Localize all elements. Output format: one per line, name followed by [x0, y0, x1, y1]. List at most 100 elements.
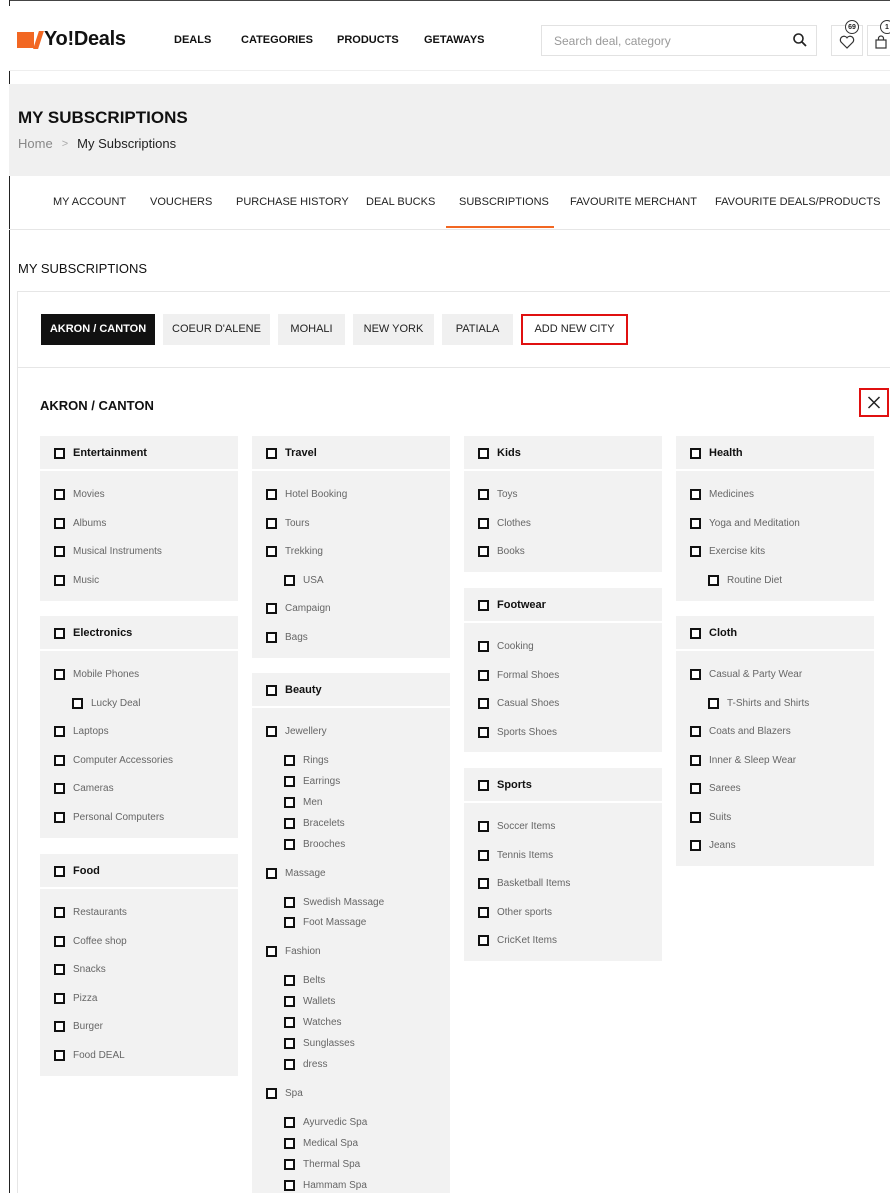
checkbox[interactable] [266, 1088, 277, 1099]
subcategory-item-cricket-items[interactable]: CricKet Items [478, 935, 557, 946]
nav-categories[interactable]: CATEGORIES [241, 34, 313, 46]
checkbox[interactable] [266, 946, 277, 957]
checkbox[interactable] [690, 812, 701, 823]
subcategory-item-earrings[interactable]: Earrings [284, 776, 340, 787]
subcategory-item-food-deal[interactable]: Food DEAL [54, 1050, 125, 1061]
checkbox[interactable] [478, 935, 489, 946]
checkbox[interactable] [54, 726, 65, 737]
subcategory-item-dress[interactable]: dress [284, 1059, 327, 1070]
category-checkbox-food[interactable] [54, 866, 65, 877]
checkbox[interactable] [54, 936, 65, 947]
checkbox[interactable] [284, 917, 295, 928]
subcategory-item-jewellery[interactable]: Jewellery [266, 726, 327, 737]
subcategory-item-wallets[interactable]: Wallets [284, 996, 335, 1007]
checkbox[interactable] [708, 575, 719, 586]
checkbox[interactable] [54, 575, 65, 586]
checkbox[interactable] [284, 1138, 295, 1149]
subcategory-item-pizza[interactable]: Pizza [54, 993, 97, 1004]
subcategory-item-toys[interactable]: Toys [478, 489, 518, 500]
subcategory-item-ayurvedic-spa[interactable]: Ayurvedic Spa [284, 1117, 367, 1128]
tab-purchase-history[interactable]: PURCHASE HISTORY [236, 196, 349, 208]
checkbox[interactable] [478, 907, 489, 918]
wishlist-button[interactable]: 69 [831, 20, 863, 56]
logo[interactable]: Yo!Deals [17, 28, 126, 51]
checkbox[interactable] [54, 993, 65, 1004]
subcategory-item-bracelets[interactable]: Bracelets [284, 818, 345, 829]
checkbox[interactable] [478, 727, 489, 738]
category-checkbox-electronics[interactable] [54, 628, 65, 639]
subcategory-item-books[interactable]: Books [478, 546, 525, 557]
subcategory-item-restaurants[interactable]: Restaurants [54, 907, 127, 918]
checkbox[interactable] [284, 1059, 295, 1070]
checkbox[interactable] [284, 975, 295, 986]
tab-my-account[interactable]: MY ACCOUNT [53, 196, 126, 208]
checkbox[interactable] [266, 868, 277, 879]
category-checkbox-footwear[interactable] [478, 600, 489, 611]
checkbox[interactable] [708, 698, 719, 709]
search-input[interactable]: Search deal, category [541, 25, 817, 56]
checkbox[interactable] [266, 546, 277, 557]
checkbox[interactable] [284, 1159, 295, 1170]
subcategory-item-lucky-deal[interactable]: Lucky Deal [72, 698, 140, 709]
checkbox[interactable] [54, 1021, 65, 1032]
checkbox[interactable] [690, 783, 701, 794]
checkbox[interactable] [478, 518, 489, 529]
checkbox[interactable] [690, 669, 701, 680]
checkbox[interactable] [284, 575, 295, 586]
cart-button[interactable]: 1 [867, 20, 890, 56]
checkbox[interactable] [284, 776, 295, 787]
subcategory-item-burger[interactable]: Burger [54, 1021, 103, 1032]
checkbox[interactable] [284, 1117, 295, 1128]
subcategory-item-medicines[interactable]: Medicines [690, 489, 754, 500]
subcategory-item-casual-shoes[interactable]: Casual Shoes [478, 698, 559, 709]
checkbox[interactable] [284, 755, 295, 766]
subcategory-item-yoga-and-meditation[interactable]: Yoga and Meditation [690, 518, 800, 529]
breadcrumb-home[interactable]: Home [18, 136, 53, 151]
subcategory-item-music[interactable]: Music [54, 575, 99, 586]
subcategory-item-rings[interactable]: Rings [284, 755, 329, 766]
checkbox[interactable] [478, 670, 489, 681]
subcategory-item-albums[interactable]: Albums [54, 518, 106, 529]
subcategory-item-snacks[interactable]: Snacks [54, 964, 106, 975]
category-checkbox-sports[interactable] [478, 780, 489, 791]
subcategory-item-routine-diet[interactable]: Routine Diet [708, 575, 782, 586]
tab-deal-bucks[interactable]: DEAL BUCKS [366, 196, 435, 208]
category-checkbox-cloth[interactable] [690, 628, 701, 639]
checkbox[interactable] [54, 518, 65, 529]
subcategory-item-exercise-kits[interactable]: Exercise kits [690, 546, 765, 557]
subcategory-item-thermal-spa[interactable]: Thermal Spa [284, 1159, 360, 1170]
subcategory-item-swedish-massage[interactable]: Swedish Massage [284, 897, 384, 908]
subcategory-item-massage[interactable]: Massage [266, 868, 326, 879]
subcategory-item-sarees[interactable]: Sarees [690, 783, 741, 794]
subcategory-item-clothes[interactable]: Clothes [478, 518, 531, 529]
checkbox[interactable] [72, 698, 83, 709]
add-new-city-button[interactable]: ADD NEW CITY [521, 314, 628, 345]
checkbox[interactable] [266, 726, 277, 737]
category-checkbox-kids[interactable] [478, 448, 489, 459]
checkbox[interactable] [284, 797, 295, 808]
subcategory-item-men[interactable]: Men [284, 797, 322, 808]
subcategory-item-tours[interactable]: Tours [266, 518, 309, 529]
subcategory-item-spa[interactable]: Spa [266, 1088, 303, 1099]
city-tab-patiala[interactable]: PATIALA [442, 314, 513, 345]
subcategory-item-bags[interactable]: Bags [266, 632, 308, 643]
checkbox[interactable] [690, 489, 701, 500]
subcategory-item-campaign[interactable]: Campaign [266, 603, 331, 614]
checkbox[interactable] [690, 518, 701, 529]
subcategory-item-sunglasses[interactable]: Sunglasses [284, 1038, 355, 1049]
checkbox[interactable] [284, 839, 295, 850]
close-button[interactable] [859, 388, 889, 417]
subcategory-item-inner-sleep-wear[interactable]: Inner & Sleep Wear [690, 755, 796, 766]
checkbox[interactable] [284, 1180, 295, 1191]
checkbox[interactable] [478, 821, 489, 832]
subcategory-item-cameras[interactable]: Cameras [54, 783, 114, 794]
checkbox[interactable] [54, 489, 65, 500]
subcategory-item-other-sports[interactable]: Other sports [478, 907, 552, 918]
checkbox[interactable] [478, 698, 489, 709]
checkbox[interactable] [478, 878, 489, 889]
subcategory-item-cooking[interactable]: Cooking [478, 641, 534, 652]
subcategory-item-tennis-items[interactable]: Tennis Items [478, 850, 553, 861]
checkbox[interactable] [478, 850, 489, 861]
category-checkbox-health[interactable] [690, 448, 701, 459]
city-tab-akron-canton[interactable]: AKRON / CANTON [41, 314, 155, 345]
